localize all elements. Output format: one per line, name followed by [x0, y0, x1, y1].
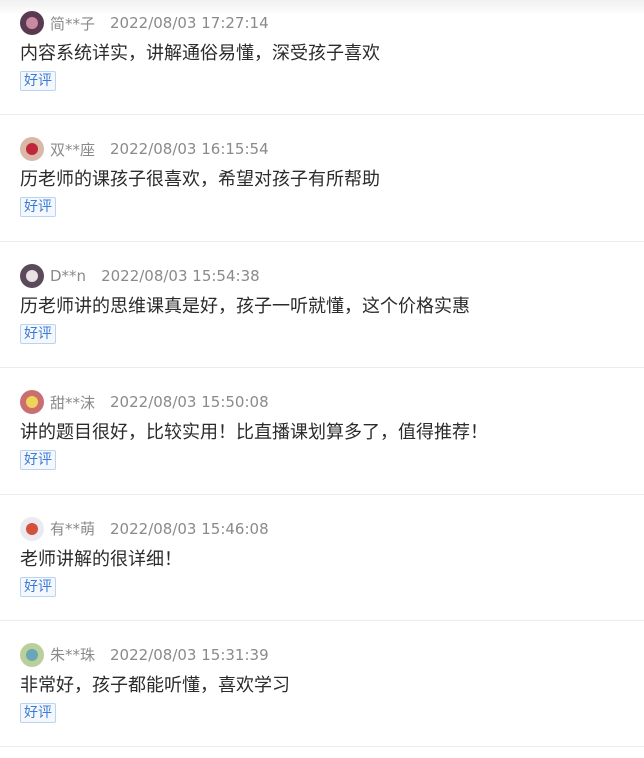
review-meta: 简**子 2022/08/03 17:27:14	[20, 11, 269, 35]
avatar[interactable]	[20, 642, 44, 667]
review-username: 甜**沫	[50, 393, 96, 412]
rating-badge: 好评	[20, 576, 56, 597]
avatar-dot	[26, 396, 38, 409]
avatar[interactable]	[20, 516, 44, 541]
review-time: 2022/08/03 16:15:54	[110, 140, 269, 159]
review-meta: 甜**沫 2022/08/03 15:50:08	[20, 390, 269, 415]
review-username: D**n	[50, 266, 87, 285]
review-item: 朱**珠 2022/08/03 15:31:39 非常好，孩子都能听懂，喜欢学习…	[0, 621, 644, 748]
review-item: 简**子 2022/08/03 17:27:14 内容系统详实，讲解通俗易懂，深…	[0, 0, 644, 116]
review-content: 非常好，孩子都能听懂，喜欢学习	[20, 674, 290, 696]
avatar[interactable]	[20, 263, 44, 288]
review-item: D**n 2022/08/03 15:54:38 历老师讲的思维课真是好，孩子一…	[0, 242, 644, 369]
review-content: 内容系统详实，讲解通俗易懂，深受孩子喜欢	[20, 43, 380, 64]
review-username: 简**子	[50, 14, 96, 33]
avatar[interactable]	[20, 11, 44, 35]
avatar[interactable]	[20, 390, 44, 415]
review-content: 历老师的课孩子很喜欢，希望对孩子有所帮助	[20, 169, 380, 191]
review-username: 朱**珠	[50, 646, 96, 665]
review-time: 2022/08/03 15:31:39	[110, 645, 269, 664]
rating-badge: 好评	[20, 323, 56, 344]
avatar-dot	[26, 143, 38, 156]
review-meta: D**n 2022/08/03 15:54:38	[20, 263, 260, 288]
avatar-dot	[26, 648, 38, 661]
review-meta: 有**萌 2022/08/03 15:46:08	[20, 516, 269, 541]
review-list: 简**子 2022/08/03 17:27:14 内容系统详实，讲解通俗易懂，深…	[0, 0, 644, 748]
review-item: 甜**沫 2022/08/03 15:50:08 讲的题目很好，比较实用！比直播…	[0, 368, 644, 495]
rating-badge: 好评	[20, 450, 56, 471]
avatar-dot	[26, 269, 38, 282]
review-time: 2022/08/03 15:54:38	[101, 266, 260, 285]
rating-badge: 好评	[20, 702, 56, 723]
review-item: 双**座 2022/08/03 16:15:54 历老师的课孩子很喜欢，希望对孩…	[0, 115, 644, 242]
review-time: 2022/08/03 15:50:08	[110, 393, 269, 412]
avatar-dot	[26, 17, 38, 29]
review-item: 有**萌 2022/08/03 15:46:08 老师讲解的很详细！ 好评	[0, 495, 644, 621]
review-meta: 双**座 2022/08/03 16:15:54	[20, 137, 269, 162]
review-username: 有**萌	[50, 520, 96, 539]
review-username: 双**座	[50, 140, 96, 159]
review-time: 2022/08/03 17:27:14	[110, 14, 269, 32]
review-content: 老师讲解的很详细！	[20, 548, 182, 570]
review-meta: 朱**珠 2022/08/03 15:31:39	[20, 642, 269, 667]
avatar[interactable]	[20, 137, 44, 162]
avatar-dot	[26, 522, 38, 535]
review-content: 历老师讲的思维课真是好，孩子一听就懂，这个价格实惠	[20, 295, 470, 317]
rating-badge: 好评	[20, 197, 56, 218]
review-content: 讲的题目很好，比较实用！比直播课划算多了，值得推荐！	[20, 422, 488, 444]
review-time: 2022/08/03 15:46:08	[110, 519, 269, 538]
rating-badge: 好评	[20, 71, 56, 91]
